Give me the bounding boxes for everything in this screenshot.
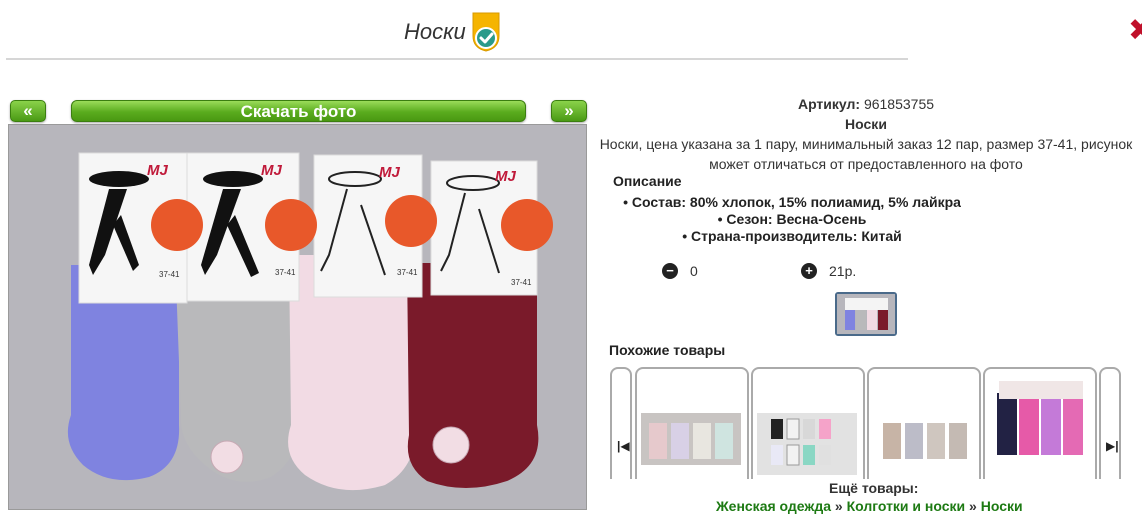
selected-photo-thumbnail[interactable]: [835, 292, 897, 336]
quantity-control: − 0: [662, 263, 698, 279]
skip-prev-icon: |◀: [617, 439, 630, 453]
article-row: Артикул: 961853755: [590, 94, 1142, 114]
next-photo-button[interactable]: »: [551, 100, 587, 122]
skip-next-icon: ▶|: [1106, 439, 1119, 453]
spec-season: Сезон: Весна-Осень: [606, 211, 978, 228]
price-value: 21р.: [829, 263, 857, 279]
plus-circle-icon[interactable]: +: [801, 263, 817, 279]
similar-item[interactable]: [751, 367, 865, 479]
product-info: Артикул: 961853755 Носки Носки, цена ука…: [590, 94, 1142, 174]
prev-photo-button[interactable]: «: [10, 100, 46, 122]
similar-heading: Похожие товары: [609, 342, 726, 358]
product-description: Носки, цена указана за 1 пару, минимальн…: [599, 136, 1133, 172]
description-heading: Описание: [613, 173, 682, 189]
product-photo[interactable]: MJ MJ MJ MJ 37-41 37-41 37-41 37-41: [8, 124, 587, 510]
product-name: Носки: [845, 116, 887, 132]
breadcrumb-separator: »: [834, 498, 843, 514]
svg-text:MJ: MJ: [379, 164, 400, 181]
header-divider: [6, 58, 908, 60]
svg-text:37-41: 37-41: [275, 268, 296, 277]
similar-item[interactable]: [635, 367, 749, 479]
download-photo-button[interactable]: Скачать фото: [71, 100, 526, 122]
similar-item[interactable]: [867, 367, 981, 479]
close-icon[interactable]: ✖: [1128, 16, 1142, 46]
breadcrumb-socks[interactable]: Носки: [981, 498, 1023, 514]
svg-text:MJ: MJ: [495, 168, 516, 185]
svg-text:37-41: 37-41: [159, 270, 180, 279]
breadcrumb-tights-socks[interactable]: Колготки и носки: [847, 498, 966, 514]
svg-text:MJ: MJ: [261, 162, 282, 179]
verified-check-icon: [472, 12, 500, 52]
page-title: Носки: [404, 19, 466, 44]
svg-text:37-41: 37-41: [397, 268, 418, 277]
article-label: Артикул:: [797, 96, 861, 112]
similar-item-image: [641, 413, 741, 465]
more-products-heading: Ещё товары:: [829, 480, 919, 496]
similar-item-image: [989, 381, 1089, 461]
carousel-prev-button[interactable]: |◀: [610, 367, 632, 479]
breadcrumb: Женская одежда » Колготки и носки » Носк…: [716, 498, 1023, 514]
carousel-next-button[interactable]: ▶|: [1099, 367, 1121, 479]
article-value: 961853755: [863, 96, 935, 112]
spec-country: Страна-производитель: Китай: [606, 228, 978, 245]
minus-circle-icon[interactable]: −: [662, 263, 678, 279]
svg-text:MJ: MJ: [147, 162, 168, 179]
socks-illustration: MJ MJ MJ MJ 37-41 37-41 37-41 37-41: [67, 152, 553, 491]
spec-list: Состав: 80% хлопок, 15% полиамид, 5% лай…: [606, 194, 978, 245]
spec-composition: Состав: 80% хлопок, 15% полиамид, 5% лай…: [606, 194, 978, 211]
quantity-value: 0: [690, 263, 698, 279]
similar-item-image: [873, 413, 973, 467]
similar-item[interactable]: [983, 367, 1097, 479]
price-control: + 21р.: [801, 263, 856, 279]
breadcrumb-womens-clothing[interactable]: Женская одежда: [716, 498, 831, 514]
breadcrumb-separator: »: [969, 498, 977, 514]
svg-text:37-41: 37-41: [511, 278, 532, 287]
similar-item-image: [757, 413, 857, 475]
title-area: Носки: [404, 12, 500, 52]
